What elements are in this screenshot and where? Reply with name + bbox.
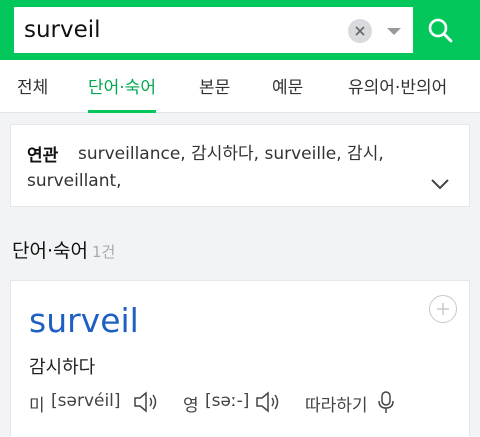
search-box (14, 7, 413, 53)
tab-synonyms-antonyms[interactable]: 유의어·반의어 (348, 60, 447, 113)
search-tabs: 전체 단어·숙어 본문 예문 유의어·반의어 (0, 60, 480, 113)
search-submit-button[interactable] (413, 7, 467, 53)
dictionary-entry-card: surveil 감시하다 미 [sərvéil] 영 [səː-] 따라하기 (10, 280, 470, 437)
entry-meaning: 감시하다 (29, 357, 96, 378)
tab-examples[interactable]: 예문 (272, 60, 303, 113)
speaker-icon (256, 391, 279, 413)
chevron-down-icon (431, 179, 449, 190)
pronunciation-row: 미 [sərvéil] 영 [səː-] 따라하기 (29, 389, 459, 416)
play-us-pronunciation-button[interactable] (133, 390, 163, 414)
pron-us-ipa: [sərvéil] (51, 391, 121, 411)
section-header: 단어·숙어 1건 (12, 236, 115, 263)
dropdown-arrow-icon (387, 28, 401, 35)
autocomplete-toggle-button[interactable] (382, 19, 406, 43)
speaker-icon (134, 391, 157, 413)
search-bar (0, 0, 480, 60)
pron-uk-ipa: [səː-] (205, 391, 250, 411)
play-uk-pronunciation-button[interactable] (255, 390, 285, 414)
expand-related-button[interactable] (429, 173, 451, 195)
related-terms[interactable]: surveillance, 감시하다, surveille, 감시, surve… (27, 141, 427, 195)
section-title: 단어·숙어 (12, 240, 88, 262)
related-label: 연관 (27, 146, 59, 166)
plus-icon (437, 303, 449, 315)
result-count: 1건 (91, 243, 116, 261)
active-tab-indicator (88, 110, 156, 113)
tab-words-idioms-label: 단어·숙어 (88, 78, 156, 98)
clear-button[interactable] (348, 19, 372, 43)
tab-words-idioms[interactable]: 단어·숙어 (88, 60, 156, 113)
pron-us-label: 미 (29, 396, 45, 416)
follow-along-mic-button[interactable] (377, 390, 395, 414)
follow-along-label[interactable]: 따라하기 (305, 391, 368, 416)
tab-body-text[interactable]: 본문 (199, 60, 230, 113)
tab-all[interactable]: 전체 (17, 60, 48, 113)
related-terms-panel: surveillance, 감시하다, surveille, 감시, surve… (10, 124, 470, 207)
pron-uk-label: 영 (183, 396, 199, 416)
microphone-icon (378, 391, 394, 413)
add-to-wordbook-button[interactable] (429, 295, 457, 323)
entry-headword[interactable]: surveil (29, 301, 139, 340)
clear-icon (355, 26, 365, 36)
search-input[interactable] (24, 7, 344, 53)
search-icon (428, 18, 453, 43)
